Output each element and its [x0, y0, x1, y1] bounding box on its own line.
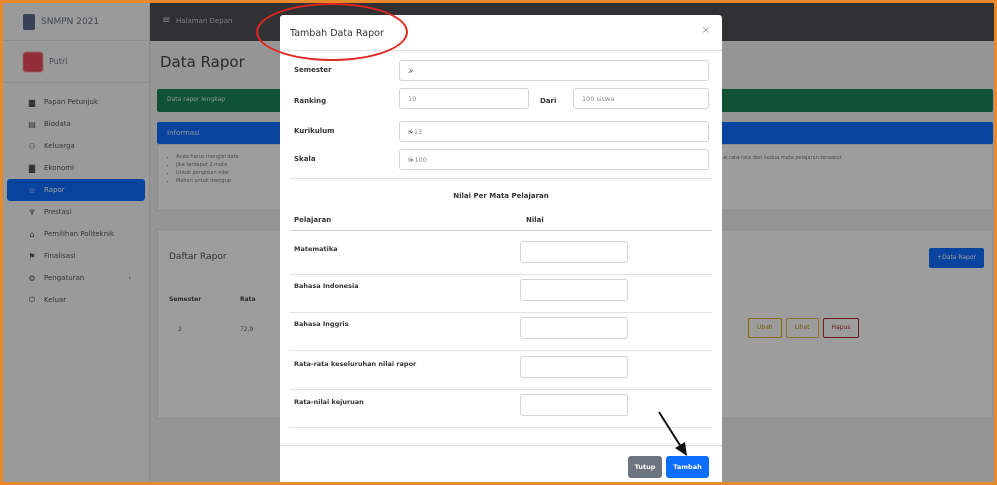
- skala-select[interactable]: 0-100 ⌄: [399, 149, 709, 170]
- score-input-rata-nilai-kejuruan[interactable]: [520, 394, 628, 416]
- skala-label: Skala: [294, 155, 316, 163]
- chevron-down-icon: ⌄: [408, 154, 415, 163]
- annotation-arrow-icon: [658, 411, 687, 456]
- score-input-matematika[interactable]: [520, 241, 628, 263]
- dari-label: Dari: [540, 97, 557, 105]
- subject-label-rata-nilai-kejuruan: Rata-nilai kejuruan: [294, 398, 364, 406]
- score-input-bahasa-inggris[interactable]: [520, 317, 628, 339]
- subject-label-bahasa-indonesia: Bahasa Indonesia: [294, 282, 359, 290]
- score-input-bahasa-indonesia[interactable]: [520, 279, 628, 301]
- ranking-input[interactable]: 10: [399, 88, 529, 109]
- section-title: Nilai Per Mata Pelajaran: [453, 192, 549, 200]
- subject-label-rata-rata-rapor: Rata-rata keseluruhan nilai rapor: [294, 360, 417, 368]
- score-input-rata-rata-rapor[interactable]: [520, 356, 628, 378]
- semester-label: Semester: [294, 66, 332, 74]
- row-divider: [290, 350, 712, 351]
- row-divider: [290, 274, 712, 275]
- col-header-score: Nilai: [526, 216, 544, 224]
- col-header-subject: Pelajaran: [294, 216, 332, 224]
- dari-value: 100 siswa: [582, 95, 615, 103]
- subject-label-bahasa-inggris: Bahasa Inggris: [294, 320, 349, 328]
- table-header-divider: [290, 230, 712, 231]
- chevron-down-icon: ⌄: [408, 65, 415, 74]
- highlight-ellipse: [256, 3, 408, 61]
- ranking-value: 10: [408, 95, 417, 103]
- kurikulum-select[interactable]: K-13 ⌄: [399, 121, 709, 142]
- row-divider: [290, 312, 712, 313]
- ranking-label: Ranking: [294, 97, 327, 105]
- dari-input[interactable]: 100 siswa: [573, 88, 709, 109]
- subject-label-matematika: Matematika: [294, 245, 338, 253]
- kurikulum-label: Kurikulum: [294, 127, 335, 135]
- chevron-down-icon: ⌄: [408, 126, 415, 135]
- screenshot-frame: SNMPN 2021 Putri ▆ Papan Petunjuk ▤ Biodat…: [0, 0, 997, 485]
- divider: [290, 178, 712, 179]
- semester-select[interactable]: 2 ⌄: [399, 60, 709, 81]
- close-icon[interactable]: ×: [702, 25, 710, 36]
- row-divider: [290, 389, 712, 390]
